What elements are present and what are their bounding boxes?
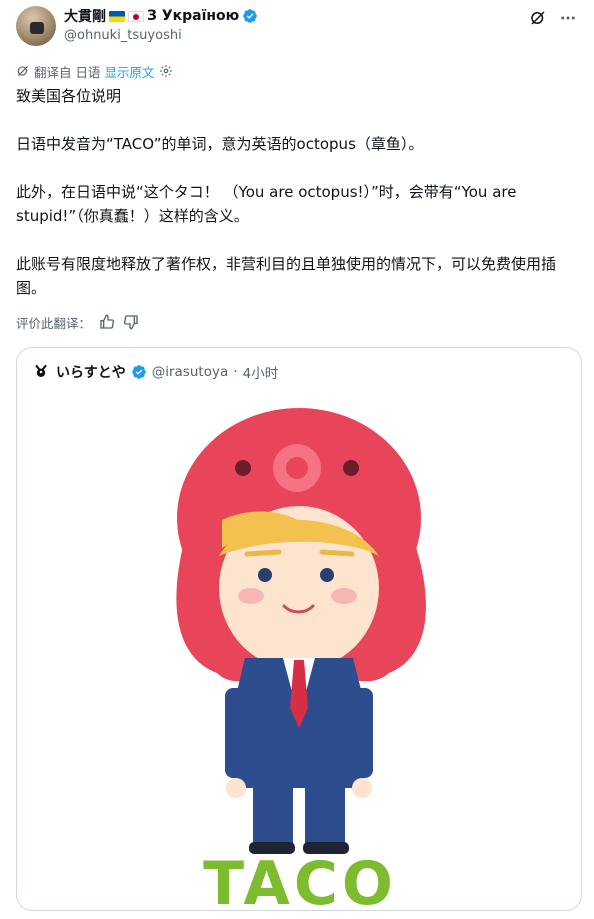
show-original-link[interactable]: 显示原文 (104, 62, 154, 81)
separator-dot: · (233, 364, 238, 380)
quoted-timestamp[interactable]: 4小时 (243, 362, 279, 382)
tweet-paragraph: 此外，在日语中说“这个タコ！ （You are octopus!）”时，会带有“… (16, 183, 517, 225)
thumbs-down-icon[interactable] (123, 314, 139, 330)
grok-icon[interactable] (528, 8, 548, 28)
display-name[interactable]: 大貫剛 (64, 6, 106, 26)
translated-from-label: 翻译自 日语 (34, 64, 101, 80)
avatar[interactable] (16, 6, 56, 46)
rate-translation-label: 评价此翻译： (16, 315, 92, 331)
suit-body (225, 658, 373, 854)
translation-bar: 翻译自 日语 显示原文 (16, 62, 173, 80)
display-name-suffix[interactable]: З Україною (147, 8, 239, 24)
quoted-author-name[interactable]: いらすとや (56, 362, 126, 382)
rate-translation-row: 评价此翻译： (16, 312, 139, 332)
ukraine-flag-icon (109, 10, 125, 22)
tweet-paragraph: 此账号有限度地释放了著作权，非营利目的且单独使用的情况下，可以免费使用插图。 (16, 255, 557, 297)
author-handle[interactable]: @ohnuki_tsuyoshi (64, 28, 182, 43)
tweet-header: 大貫剛 З Україною @ohnuki_tsuyoshi (16, 4, 578, 48)
taco-illustration[interactable]: TACO (17, 388, 582, 908)
face (219, 506, 379, 670)
name-row: 大貫剛 З Україною (64, 6, 258, 26)
taco-caption: TACO (203, 849, 397, 908)
japan-flag-icon (128, 10, 144, 22)
more-options-icon[interactable] (558, 8, 578, 28)
verified-badge-icon (243, 9, 258, 23)
quoted-tweet-card[interactable]: いらすとや @irasutoya · 4小时 TACO (16, 347, 582, 911)
irasutoya-avatar-icon[interactable] (31, 362, 51, 382)
settings-gear-icon[interactable] (159, 64, 173, 78)
top-actions (528, 8, 578, 28)
tweet-text: 致美国各位说明 日语中发音为“TACO”的单词，意为英语的octopus（章鱼）… (16, 84, 578, 300)
tweet-paragraph: 致美国各位说明 (16, 87, 122, 105)
verified-badge-icon (131, 365, 146, 379)
translate-icon (17, 65, 29, 77)
quoted-tweet-header: いらすとや @irasutoya · 4小时 (31, 362, 278, 382)
quoted-author-handle[interactable]: @irasutoya (152, 364, 228, 380)
tweet-paragraph: 日语中发音为“TACO”的单词，意为英语的octopus（章鱼）。 (16, 135, 424, 153)
thumbs-up-icon[interactable] (99, 314, 115, 330)
